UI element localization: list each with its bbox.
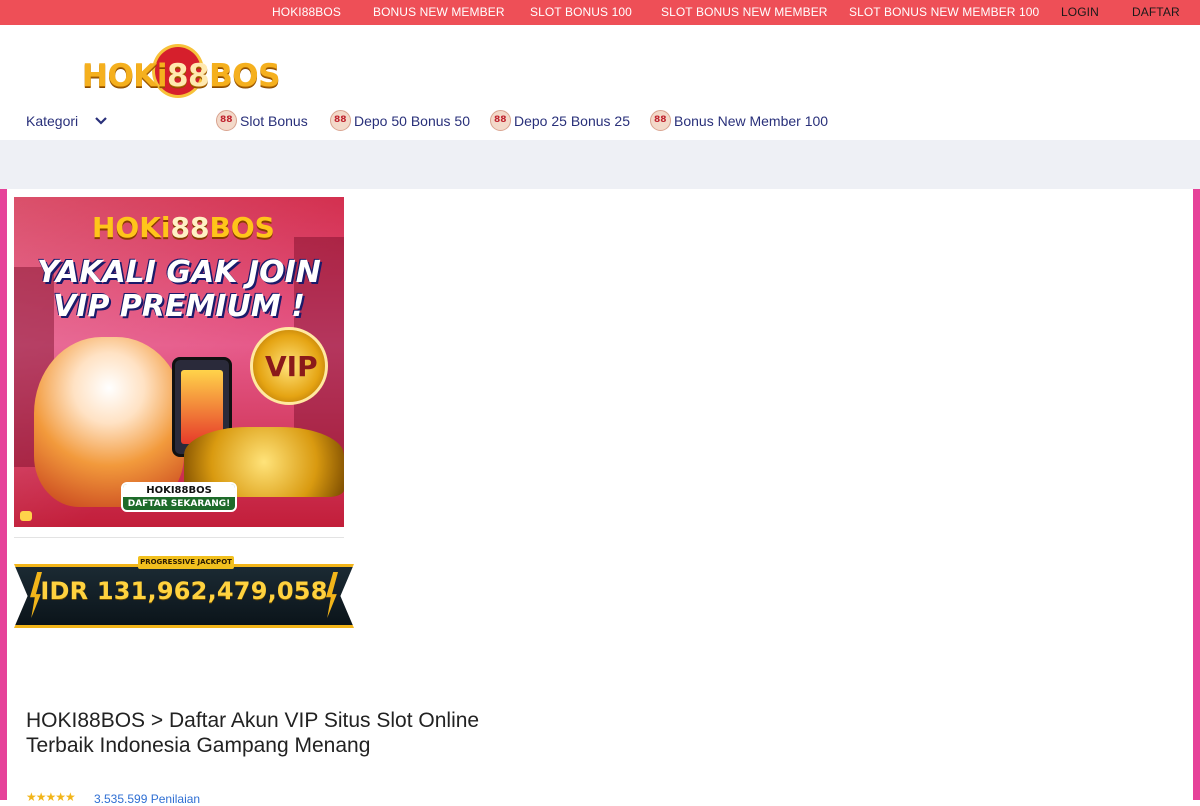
site-logo[interactable]: HOKi88BOS — [82, 44, 280, 100]
daftar-link[interactable]: DAFTAR — [1132, 5, 1180, 19]
hoki88-badge-icon — [330, 110, 351, 131]
jackpot-tag: PROGRESSIVE JACKPOT — [138, 556, 234, 569]
kategori-dropdown-label[interactable]: Kategori — [26, 113, 78, 129]
page-frame-left — [0, 189, 7, 800]
rating-count-link[interactable]: 3.535.599 Penilaian — [94, 792, 200, 806]
top-link-bonus-new-member[interactable]: BONUS NEW MEMBER — [373, 5, 505, 19]
hoki88-badge-icon — [216, 110, 237, 131]
hoki88-badge-icon — [490, 110, 511, 131]
top-link-slot-bonus-new-member-100[interactable]: SLOT BONUS NEW MEMBER 100 — [849, 5, 1039, 19]
page-title: HOKI88BOS > Daftar Akun VIP Situs Slot O… — [26, 709, 480, 757]
chevron-down-icon[interactable] — [94, 115, 108, 127]
banner-cta: HOKI88BOS DAFTAR SEKARANG! — [121, 482, 237, 512]
banner-search-text: HOKI88BOS — [123, 484, 235, 497]
login-link[interactable]: LOGIN — [1061, 5, 1099, 19]
banner-headline-1: YAKALI GAK JOIN — [37, 255, 321, 290]
jackpot-amount: IDR 131,962,479,058 — [40, 577, 328, 605]
nav-depo-25-bonus-25[interactable]: Depo 25 Bonus 25 — [490, 110, 640, 132]
section-divider — [14, 537, 344, 538]
banner-headline-2: VIP PREMIUM ! — [53, 289, 305, 324]
logo-wordmark: HOKi88BOS — [82, 58, 280, 94]
top-link-slot-bonus-100[interactable]: SLOT BONUS 100 — [530, 5, 632, 19]
progressive-jackpot-banner: PROGRESSIVE JACKPOT IDR 131,962,479,058 — [14, 556, 354, 628]
top-link-hoki88bos[interactable]: HOKI88BOS — [272, 5, 341, 19]
top-nav-bar: HOKI88BOS BONUS NEW MEMBER SLOT BONUS 10… — [0, 0, 1200, 25]
hoki88-badge-icon — [650, 110, 671, 131]
page-frame-right — [1193, 189, 1200, 800]
star-rating-icon: ★★★★★ — [26, 790, 76, 804]
nav-slot-bonus[interactable]: Slot Bonus — [216, 110, 316, 132]
banner-logo: HOKi88BOS — [92, 211, 275, 244]
nav-depo-50-bonus-50[interactable]: Depo 50 Bonus 50 — [330, 110, 480, 132]
sub-header-bar — [0, 140, 1200, 189]
top-link-slot-bonus-new-member[interactable]: SLOT BONUS NEW MEMBER — [661, 5, 828, 19]
banner-cta-text: DAFTAR SEKARANG! — [127, 499, 231, 509]
vip-badge: VIP — [250, 327, 328, 405]
banner-corner-logo-icon — [20, 511, 32, 521]
nav-bonus-new-member-100[interactable]: Bonus New Member 100 — [650, 110, 840, 132]
promo-banner[interactable]: HOKi88BOS YAKALI GAK JOIN VIP PREMIUM ! … — [14, 197, 344, 527]
